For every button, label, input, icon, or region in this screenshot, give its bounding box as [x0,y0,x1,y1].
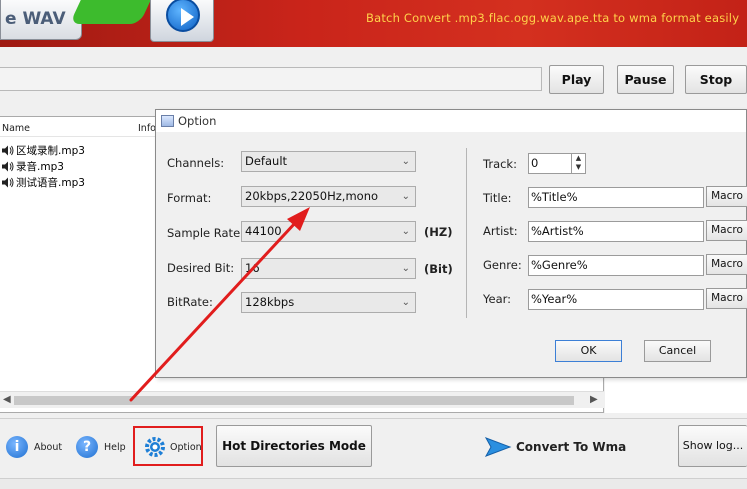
channels-value: Default [245,154,288,168]
status-bar [0,478,747,489]
list-item[interactable]: 测试语音.mp3 [2,175,85,190]
chevron-down-icon: ⌄ [401,263,410,274]
title-input[interactable]: %Title% [528,187,704,208]
green-arrow-icon [69,0,157,24]
bitrate-select[interactable]: 128kbps ⌄ [241,292,416,313]
chevron-down-icon: ⌄ [401,297,410,308]
annotation-highlight-box [133,426,203,466]
about-button[interactable]: i About [6,436,62,458]
dialog-titlebar[interactable]: Option [156,110,746,132]
genre-label: Genre: [483,258,522,272]
genre-macro-button[interactable]: Macro [706,254,747,275]
file-name: 区域录制.mp3 [16,145,85,157]
pause-button[interactable]: Pause [617,65,674,94]
sample-rate-select[interactable]: 44100 ⌄ [241,221,416,242]
show-log-button[interactable]: Show log... [678,425,747,467]
option-dialog[interactable]: Option Channels: Default ⌄ Format: 20kbp… [155,109,747,378]
chevron-down-icon: ⌄ [401,226,410,237]
scroll-left-icon[interactable]: ◀ [3,394,11,405]
ok-button[interactable]: OK [555,340,622,362]
horizontal-scrollbar[interactable]: ◀ ▶ [0,391,604,408]
logo-text: e WAV [5,9,66,29]
stop-button[interactable]: Stop [685,65,747,94]
channels-select[interactable]: Default ⌄ [241,151,416,172]
scroll-thumb[interactable] [14,396,574,405]
year-input[interactable]: %Year% [528,289,704,310]
sample-rate-value: 44100 [245,224,282,238]
genre-value: %Genre% [531,258,588,272]
desired-bit-label: Desired Bit: [167,261,235,275]
scroll-right-icon[interactable]: ▶ [590,394,598,405]
chevron-down-icon: ⌄ [401,156,410,167]
about-label: About [34,441,63,453]
play-button[interactable]: Play [549,65,604,94]
convert-arrow-icon [484,437,512,457]
file-path-input[interactable] [0,67,542,91]
convert-button[interactable]: Convert To Wma [484,434,626,460]
track-label: Track: [483,157,517,171]
help-label: Help [104,441,126,453]
track-stepper[interactable]: 0 ▲ ▼ [528,153,586,174]
genre-input[interactable]: %Genre% [528,255,704,276]
title-label: Title: [483,191,512,205]
dialog-icon [161,115,174,127]
desired-bit-value: 16 [245,261,260,275]
dialog-title: Option [178,114,217,128]
app-banner: e WAV Batch Convert .mp3.flac.ogg.wav.ap… [0,0,747,47]
format-value: 20kbps,22050Hz,mono [245,189,379,203]
logo-card: e WAV [0,0,82,40]
year-label: Year: [483,292,512,306]
speaker-icon [2,145,14,156]
sample-rate-label: Sample Rate: [167,226,245,240]
dialog-divider [466,148,467,318]
title-value: %Title% [531,190,578,204]
column-info[interactable]: Info [138,123,156,134]
file-name: 录音.mp3 [16,161,64,173]
artist-value: %Artist% [531,224,584,238]
speaker-icon [2,177,14,188]
desired-bit-select[interactable]: 16 ⌄ [241,258,416,279]
list-item[interactable]: 区域录制.mp3 [2,143,85,158]
artist-label: Artist: [483,224,518,238]
chevron-down-icon: ⌄ [401,191,410,202]
speaker-icon [2,161,14,172]
spin-arrows-icon[interactable]: ▲ ▼ [571,154,585,173]
desired-bit-unit: (Bit) [424,262,453,276]
bitrate-value: 128kbps [245,295,295,309]
cancel-button[interactable]: Cancel [644,340,711,362]
play-logo-card [150,0,214,42]
column-name[interactable]: Name [2,123,30,134]
year-value: %Year% [531,292,578,306]
play-icon [166,0,200,32]
artist-input[interactable]: %Artist% [528,221,704,242]
help-button[interactable]: ? Help [76,436,126,458]
bitrate-label: BitRate: [167,295,213,309]
channels-label: Channels: [167,156,225,170]
list-item[interactable]: 录音.mp3 [2,159,64,174]
convert-label: Convert To Wma [516,440,627,454]
artist-macro-button[interactable]: Macro [706,220,747,241]
hot-directories-button[interactable]: Hot Directories Mode [216,425,372,467]
year-macro-button[interactable]: Macro [706,288,747,309]
banner-tagline: Batch Convert .mp3.flac.ogg.wav.ape.tta … [366,11,740,25]
sample-rate-unit: (HZ) [424,225,453,239]
file-name: 测试语音.mp3 [16,177,85,189]
title-macro-button[interactable]: Macro [706,186,747,207]
info-icon: i [6,436,28,458]
help-icon: ? [76,436,98,458]
track-value: 0 [531,156,539,170]
format-select[interactable]: 20kbps,22050Hz,mono ⌄ [241,186,416,207]
format-label: Format: [167,191,212,205]
